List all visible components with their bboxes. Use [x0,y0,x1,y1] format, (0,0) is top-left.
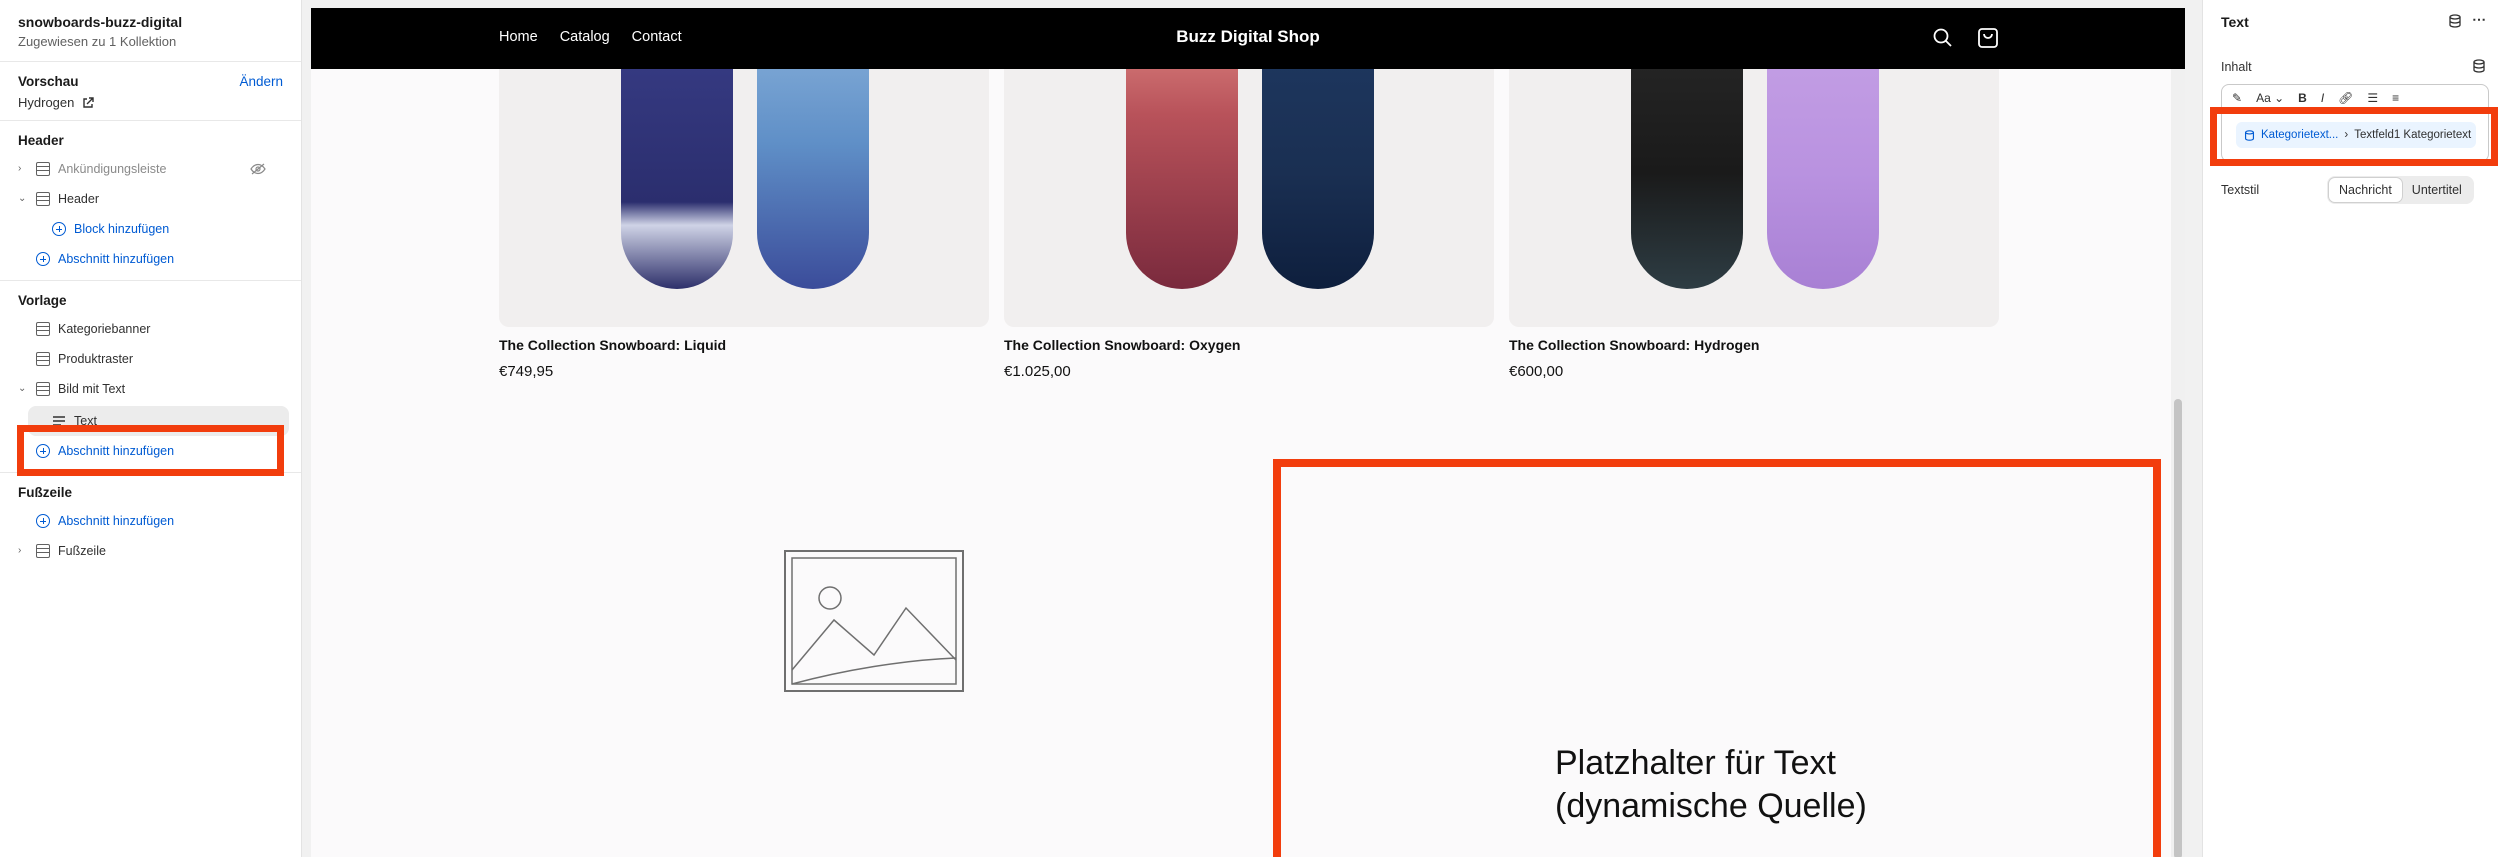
sidebar-item-image-with-text[interactable]: ⌄ Bild mit Text [0,374,301,404]
external-link-icon[interactable] [82,96,95,109]
section-icon [36,322,50,336]
section-icon [36,544,50,558]
template-group-title: Vorlage [18,293,67,308]
database-icon[interactable] [2448,14,2462,28]
highlight-box-preview [1273,459,2161,857]
sidebar-item-label: Fußzeile [58,544,106,558]
font-size-icon[interactable]: Aa ⌄ [2256,91,2284,105]
header-group-title: Header [18,133,64,148]
preview-value[interactable]: Hydrogen [18,95,74,110]
connect-source-icon[interactable] [2472,59,2486,73]
clear-format-icon[interactable]: ✎ [2232,91,2242,105]
template-header: snowboards-buzz-digital Zugewiesen zu 1 … [0,0,301,62]
preview-label: Vorschau [18,74,79,89]
sidebar-item-label: Produktraster [58,352,134,366]
product-price: €600,00 [1509,363,1564,380]
snowboard-hydrogen-right [1767,69,1879,289]
sidebar-item-label: Ankündigungsleiste [58,162,167,176]
store-preview: Home Catalog Contact Buzz Digital Shop T… [311,8,2185,857]
image-placeholder-icon[interactable] [784,550,964,692]
more-options-icon[interactable]: ⋯ [2472,12,2486,28]
preview-section: Vorschau Ändern Hydrogen [0,62,301,121]
sidebar-item-label: Kategoriebanner [58,322,151,336]
section-icon [36,382,50,396]
text-style-selector: Nachricht Untertitel [2327,176,2474,204]
preview-scrollbar[interactable] [2171,69,2185,857]
text-style-option-subtitle[interactable]: Untertitel [2402,178,2472,202]
store-header: Home Catalog Contact Buzz Digital Shop [311,8,2185,69]
snowboard-liquid-left [621,69,733,289]
assigned-info: Zugewiesen zu 1 Kollektion [18,34,177,49]
highlight-box-sidebar [17,425,284,476]
section-icon [36,192,50,206]
sidebar-item-header[interactable]: ⌄ Header [0,184,301,214]
store-brand[interactable]: Buzz Digital Shop [311,27,2185,47]
cart-icon[interactable] [1976,26,2000,50]
product-price: €749,95 [499,363,554,380]
highlight-box-settings [2210,107,2498,166]
text-style-label: Textstil [2221,183,2260,197]
chevron-right-icon[interactable]: › [18,546,28,556]
footer-section-group: Fußzeile Abschnitt hinzufügen › Fußzeile [0,473,301,576]
content-label: Inhalt [2221,60,2252,74]
product-card-image[interactable] [499,69,989,327]
add-block-label: Block hinzufügen [74,222,170,236]
product-card-image[interactable] [1004,69,1494,327]
collection-name: snowboards-buzz-digital [18,14,183,30]
snowboard-oxygen-right [1262,69,1374,289]
sidebar-item-category-banner[interactable]: Kategoriebanner [0,314,301,344]
chevron-down-icon[interactable]: ⌄ [18,194,28,204]
sidebar-item-footer[interactable]: › Fußzeile [0,536,301,566]
add-circle-icon [36,252,50,266]
snowboard-oxygen-left [1126,69,1238,289]
product-title[interactable]: The Collection Snowboard: Hydrogen [1509,337,1759,353]
section-icon [36,352,50,366]
sidebar-item-label: Bild mit Text [58,382,126,396]
link-icon[interactable]: 🔗︎ [2338,91,2353,105]
section-icon [36,162,50,176]
scrollbar-thumb[interactable] [2174,399,2182,857]
change-preview-link[interactable]: Ändern [239,74,283,89]
bold-icon[interactable]: B [2298,91,2307,105]
footer-group-title: Fußzeile [18,485,73,500]
numbered-list-icon[interactable]: ≡ [2392,91,2399,105]
search-icon[interactable] [1931,26,1955,50]
add-section-label: Abschnitt hinzufügen [58,514,175,528]
header-section-group: Header › Ankündigungsleiste ⌄ Header Blo… [0,121,301,281]
add-section-button-footer[interactable]: Abschnitt hinzufügen [0,506,301,536]
settings-title: Text [2221,14,2249,30]
add-block-button[interactable]: Block hinzufügen [0,214,301,244]
add-section-button-header[interactable]: Abschnitt hinzufügen [0,244,301,274]
product-price: €1.025,00 [1004,363,1071,380]
sidebar-item-announcement-bar[interactable]: › Ankündigungsleiste [0,154,301,184]
snowboard-hydrogen-left [1631,69,1743,289]
snowboard-liquid-right [757,69,869,289]
product-title[interactable]: The Collection Snowboard: Oxygen [1004,337,1240,353]
chevron-right-icon[interactable]: › [18,164,28,174]
eye-hidden-icon[interactable] [250,163,266,175]
italic-icon[interactable]: I [2321,91,2324,105]
add-circle-icon [52,222,66,236]
bullet-list-icon[interactable]: ☰ [2367,91,2378,105]
product-title[interactable]: The Collection Snowboard: Liquid [499,337,726,353]
text-style-option-message[interactable]: Nachricht [2329,178,2402,202]
add-section-label: Abschnitt hinzufügen [58,252,175,266]
chevron-down-icon[interactable]: ⌄ [18,384,28,394]
add-circle-icon [36,514,50,528]
sidebar-item-label: Header [58,192,99,206]
product-card-image[interactable] [1509,69,1999,327]
sidebar-item-product-grid[interactable]: Produktraster [0,344,301,374]
